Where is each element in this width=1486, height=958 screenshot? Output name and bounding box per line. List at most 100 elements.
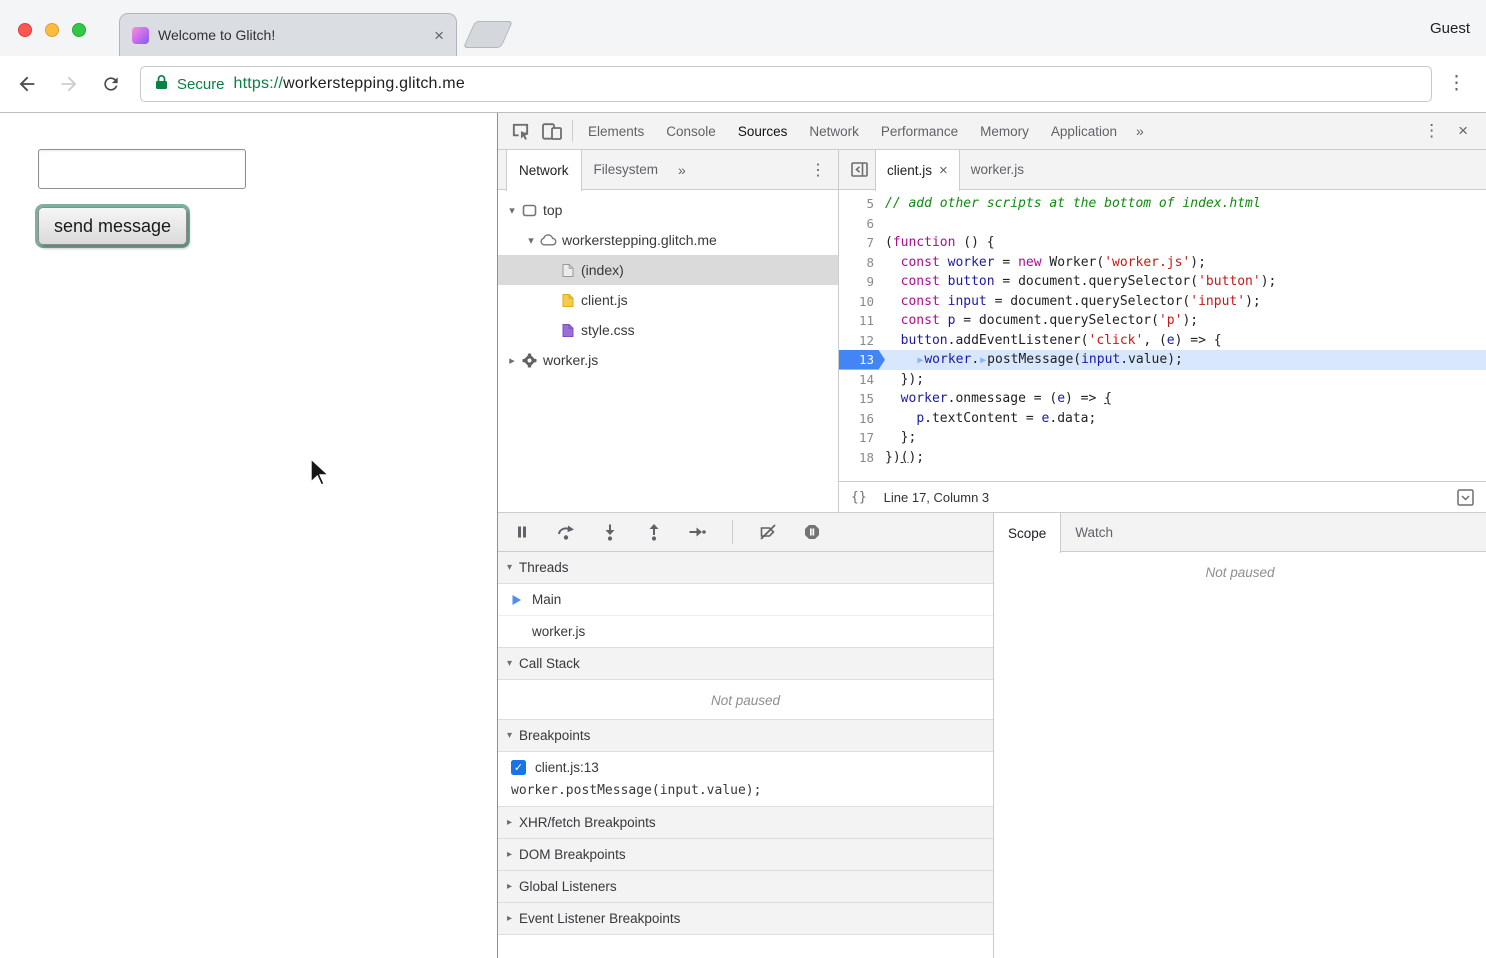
navigator-menu-icon[interactable]: ⋮ bbox=[810, 150, 838, 189]
step-into-icon[interactable] bbox=[600, 523, 619, 542]
pretty-print-icon[interactable]: {} bbox=[851, 490, 867, 505]
code-text[interactable]: }); bbox=[885, 370, 1486, 390]
navigator-more-tabs-icon[interactable]: » bbox=[670, 150, 694, 189]
step-out-icon[interactable] bbox=[644, 523, 663, 542]
line-number[interactable]: 14 bbox=[839, 370, 885, 390]
tree-item-style-css[interactable]: style.css bbox=[498, 315, 838, 345]
address-bar[interactable]: Secure https://workerstepping.glitch.me bbox=[140, 66, 1432, 102]
line-number[interactable]: 16 bbox=[839, 409, 885, 429]
line-number[interactable]: 7 bbox=[839, 233, 885, 253]
inspect-element-icon[interactable] bbox=[504, 118, 536, 145]
thread-item-worker-js[interactable]: worker.js bbox=[498, 616, 993, 648]
navigator-tab-network[interactable]: Network bbox=[506, 150, 582, 191]
minimize-window-button[interactable] bbox=[45, 23, 59, 37]
code-text[interactable]: const worker = new Worker('worker.js'); bbox=[885, 253, 1486, 273]
code-token: ) => bbox=[1065, 391, 1104, 406]
browser-tab[interactable]: Welcome to Glitch! × bbox=[119, 13, 457, 56]
devtools-tab-application[interactable]: Application bbox=[1040, 124, 1128, 139]
close-devtools-icon[interactable]: × bbox=[1458, 121, 1468, 141]
breakpoint-checkbox[interactable]: ✓ bbox=[511, 760, 526, 775]
line-number[interactable]: 9 bbox=[839, 272, 885, 292]
toggle-navigator-icon[interactable] bbox=[843, 150, 875, 189]
line-number[interactable]: 18 bbox=[839, 448, 885, 468]
code-text[interactable]: }; bbox=[885, 428, 1486, 448]
code-text[interactable]: })(); bbox=[885, 448, 1486, 468]
code-text[interactable]: const button = document.querySelector('b… bbox=[885, 272, 1486, 292]
device-toolbar-icon[interactable] bbox=[536, 118, 568, 145]
event-listener-breakpoints-section-header[interactable]: ▸Event Listener Breakpoints bbox=[498, 902, 993, 935]
close-tab-icon[interactable]: × bbox=[434, 27, 444, 44]
navigator-tab-filesystem[interactable]: Filesystem bbox=[582, 150, 671, 189]
global-listeners-section-header[interactable]: ▸Global Listeners bbox=[498, 870, 993, 903]
call-stack-section-header[interactable]: ▾ Call Stack bbox=[498, 647, 993, 680]
xhr-fetch-breakpoints-section-header[interactable]: ▸XHR/fetch Breakpoints bbox=[498, 806, 993, 839]
breakpoint-entry[interactable]: ✓ client.js:13 bbox=[498, 752, 993, 782]
editor-tab-client-js[interactable]: client.js× bbox=[875, 150, 960, 191]
url-text[interactable]: https://workerstepping.glitch.me bbox=[234, 75, 465, 93]
line-number[interactable]: 6 bbox=[839, 214, 885, 234]
breakpoint-source-text[interactable]: worker.postMessage(input.value); bbox=[498, 782, 993, 807]
line-number[interactable]: 17 bbox=[839, 428, 885, 448]
line-number[interactable]: 10 bbox=[839, 292, 885, 312]
pause-script-icon[interactable] bbox=[512, 523, 531, 542]
breakpoint-badge[interactable]: 13 bbox=[839, 350, 885, 370]
breakpoint-location-label: client.js:13 bbox=[535, 760, 599, 775]
devtools-tab-elements[interactable]: Elements bbox=[577, 124, 655, 139]
dom-breakpoints-section-header[interactable]: ▸DOM Breakpoints bbox=[498, 838, 993, 871]
tree-item-index[interactable]: (index) bbox=[498, 255, 838, 285]
triangle-right-icon[interactable]: ▸ bbox=[504, 354, 520, 367]
expand-panel-icon[interactable] bbox=[1457, 489, 1474, 509]
code-text[interactable]: (function () { bbox=[885, 233, 1486, 253]
inline-step-marker-icon[interactable]: ▶ bbox=[979, 355, 987, 366]
code-text[interactable]: // add other scripts at the bottom of in… bbox=[885, 194, 1486, 214]
devtools-tab-sources[interactable]: Sources bbox=[727, 124, 799, 139]
line-number[interactable]: 12 bbox=[839, 331, 885, 351]
tree-item-worker-js[interactable]: ▸worker.js bbox=[498, 345, 838, 375]
thread-item-main[interactable]: Main bbox=[498, 584, 993, 616]
code-editor[interactable]: 5// add other scripts at the bottom of i… bbox=[839, 190, 1486, 481]
line-number[interactable]: 11 bbox=[839, 311, 885, 331]
breakpoints-section-header[interactable]: ▾ Breakpoints bbox=[498, 719, 993, 752]
code-text[interactable]: ▶worker.▶postMessage(input.value); bbox=[885, 350, 1486, 370]
browser-menu-icon[interactable]: ⋮ bbox=[1447, 72, 1466, 95]
zoom-window-button[interactable] bbox=[72, 23, 86, 37]
tree-item-client-js[interactable]: client.js bbox=[498, 285, 838, 315]
tab-watch[interactable]: Watch bbox=[1061, 513, 1127, 551]
line-number[interactable]: 5 bbox=[839, 194, 885, 214]
step-icon[interactable] bbox=[688, 523, 707, 542]
devtools-menu-icon[interactable]: ⋮ bbox=[1423, 121, 1440, 141]
deactivate-breakpoints-icon[interactable] bbox=[758, 523, 777, 542]
back-button[interactable] bbox=[16, 73, 38, 95]
forward-button[interactable] bbox=[58, 73, 80, 95]
devtools-tab-memory[interactable]: Memory bbox=[969, 124, 1040, 139]
code-line: 8 const worker = new Worker('worker.js')… bbox=[839, 253, 1486, 273]
line-number[interactable]: 15 bbox=[839, 389, 885, 409]
triangle-down-icon[interactable]: ▾ bbox=[523, 234, 539, 247]
devtools-tab-console[interactable]: Console bbox=[655, 124, 727, 139]
new-tab-button[interactable] bbox=[463, 21, 513, 48]
tab-scope[interactable]: Scope bbox=[994, 513, 1061, 553]
triangle-down-icon[interactable]: ▾ bbox=[504, 204, 520, 217]
code-text[interactable]: button.addEventListener('click', (e) => … bbox=[885, 331, 1486, 351]
more-panels-icon[interactable]: » bbox=[1128, 123, 1152, 139]
devtools-tab-performance[interactable]: Performance bbox=[870, 124, 969, 139]
code-text[interactable]: const input = document.querySelector('in… bbox=[885, 292, 1486, 312]
step-over-icon[interactable] bbox=[556, 523, 575, 542]
line-number[interactable]: 8 bbox=[839, 253, 885, 273]
code-token: 'input' bbox=[1190, 294, 1245, 309]
close-window-button[interactable] bbox=[18, 23, 32, 37]
message-input[interactable] bbox=[38, 149, 246, 189]
reload-button[interactable] bbox=[101, 74, 121, 94]
tree-item-workerstepping-glitch-me[interactable]: ▾workerstepping.glitch.me bbox=[498, 225, 838, 255]
code-text[interactable]: p.textContent = e.data; bbox=[885, 409, 1486, 429]
threads-section-header[interactable]: ▾ Threads bbox=[498, 552, 993, 584]
devtools-tab-network[interactable]: Network bbox=[798, 124, 870, 139]
editor-tab-worker-js[interactable]: worker.js bbox=[960, 150, 1035, 189]
tree-item-top[interactable]: ▾top bbox=[498, 195, 838, 225]
code-text[interactable] bbox=[885, 214, 1486, 234]
send-message-button[interactable]: send message bbox=[38, 207, 187, 245]
code-text[interactable]: worker.onmessage = (e) => { bbox=[885, 389, 1486, 409]
code-text[interactable]: const p = document.querySelector('p'); bbox=[885, 311, 1486, 331]
pause-on-exceptions-icon[interactable] bbox=[802, 523, 821, 542]
close-editor-tab-icon[interactable]: × bbox=[939, 163, 948, 178]
